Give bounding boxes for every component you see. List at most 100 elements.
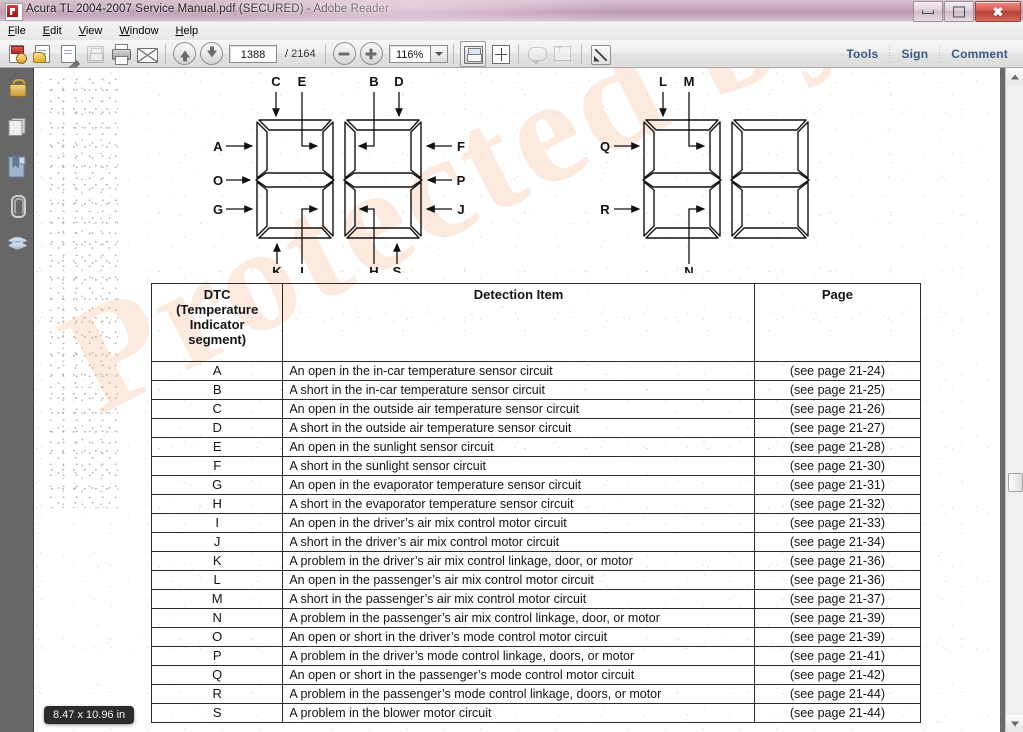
page-size-tooltip: 8.47 x 10.96 in <box>44 706 135 724</box>
restore-icon <box>953 6 965 17</box>
plus-icon <box>365 48 377 59</box>
diagram-label-B: B <box>369 74 378 89</box>
zoom-out-button[interactable] <box>332 42 356 65</box>
sidebar-item-page-thumbnails[interactable] <box>0 107 33 146</box>
header-detection-item: Detection Item <box>282 283 755 362</box>
adobe-reader-window: Acura TL 2004-2007 Service Manual.pdf (S… <box>0 0 1023 732</box>
zoom-in-button[interactable] <box>359 42 383 65</box>
layers-icon <box>7 236 28 251</box>
fit-page-icon[interactable] <box>488 42 512 66</box>
table-header-row: DTC (Temperature Indicator segment) Dete… <box>150 283 922 362</box>
minimize-button[interactable] <box>913 1 943 22</box>
diagram-label-C: C <box>271 74 281 89</box>
table-row: NA problem in the passenger’s air mix co… <box>150 608 922 628</box>
title-bar: Acura TL 2004-2007 Service Manual.pdf (S… <box>0 0 1023 22</box>
export-pdf-icon[interactable] <box>31 42 55 66</box>
cell-detection-item: A short in the sunlight sensor circuit <box>282 456 755 476</box>
table-row: L An open in the passenger’s air mix cont… <box>150 570 922 590</box>
scroll-down-button[interactable] <box>1006 715 1023 732</box>
cell-page: (see page 21-34) <box>753 532 922 552</box>
zoom-dropdown-button[interactable] <box>430 44 448 63</box>
restore-button[interactable] <box>944 1 974 22</box>
next-page-button[interactable] <box>200 42 223 65</box>
cell-detection-item: An open in the evaporator temperature se… <box>282 475 755 495</box>
minus-icon <box>338 52 350 55</box>
cell-dtc: M <box>150 589 284 609</box>
cell-page: (see page 21-32) <box>753 494 922 514</box>
diagram-label-R: R <box>600 202 610 217</box>
cell-detection-item: A problem in the passenger’s mode contro… <box>282 684 755 704</box>
page-number-input[interactable]: 1388 <box>229 44 277 63</box>
toolbar-separator-4 <box>517 43 519 64</box>
cell-page: (see page 21-41) <box>753 646 922 666</box>
print-icon[interactable] <box>109 42 133 66</box>
toolbar-separator <box>165 43 166 64</box>
tools-button[interactable]: Tools <box>835 47 889 61</box>
adobe-reader-icon <box>5 3 23 21</box>
cell-detection-item: An open in the sunlight sensor circuit <box>282 437 755 457</box>
menu-view[interactable]: View <box>71 24 111 38</box>
header-dtc-line4: segment) <box>188 332 247 347</box>
create-pdf-icon[interactable] <box>5 42 29 66</box>
sign-button[interactable]: Sign <box>890 47 939 61</box>
cell-detection-item: An open or short in the driver’s mode co… <box>282 627 755 647</box>
document-view[interactable]: Protected by A C E B D A O G F P J K I H… <box>34 68 989 732</box>
cell-dtc: E <box>150 437 284 457</box>
zoom-level-input[interactable]: 116% <box>388 44 431 63</box>
table-row: I An open in the driver’s air mix control… <box>150 513 922 533</box>
scrollbar-thumb[interactable] <box>1008 473 1023 492</box>
sidebar-item-security[interactable] <box>0 68 33 107</box>
cell-page: (see page 21-39) <box>753 627 922 647</box>
cell-dtc: L <box>150 570 284 590</box>
menu-help[interactable]: Help <box>168 24 207 38</box>
toolbar-separator-5 <box>580 43 582 64</box>
cell-page: (see page 21-44) <box>753 703 922 723</box>
sidebar-item-attachments[interactable] <box>0 185 33 224</box>
diagram-label-L: L <box>659 74 667 89</box>
cell-detection-item: A short in the in-car temperature sensor… <box>282 380 755 400</box>
table-row: SA problem in the blower motor circuit (s… <box>150 703 922 723</box>
scroll-up-button[interactable] <box>1006 68 1023 85</box>
cell-dtc: G <box>150 475 284 495</box>
arrow-down-icon <box>206 46 217 57</box>
sidebar-item-layers[interactable] <box>0 224 33 263</box>
diagram-label-S: S <box>393 264 402 273</box>
close-button[interactable]: ✖ <box>975 1 1021 22</box>
diagram-label-E: E <box>298 74 307 89</box>
diagram-label-P: P <box>457 173 466 188</box>
previous-page-button[interactable] <box>173 42 196 65</box>
cell-page: (see page 21-26) <box>753 399 922 419</box>
cell-dtc: J <box>150 532 284 552</box>
menu-window[interactable]: Window <box>111 24 166 38</box>
email-icon[interactable] <box>135 42 159 66</box>
vertical-scrollbar[interactable] <box>1005 68 1023 732</box>
cell-dtc: F <box>150 456 284 476</box>
read-mode-icon[interactable] <box>588 42 612 66</box>
sidebar-item-bookmarks[interactable] <box>0 146 33 185</box>
cell-dtc: O <box>150 627 284 647</box>
table-head: DTC (Temperature Indicator segment) Dete… <box>150 283 922 362</box>
navigation-pane <box>0 68 34 732</box>
pages-icon <box>8 117 25 136</box>
cell-dtc: C <box>150 399 284 419</box>
comment-button[interactable]: Comment <box>940 47 1019 61</box>
table-row: DA short in the outside air temperature … <box>150 418 922 438</box>
dtc-table: DTC (Temperature Indicator segment) Dete… <box>150 283 922 723</box>
save-file-icon[interactable] <box>459 40 486 67</box>
cell-page: (see page 21-30) <box>753 456 922 476</box>
paperclip-icon <box>9 194 26 218</box>
cell-detection-item: An open or short in the passenger’s mode… <box>282 665 755 685</box>
cell-page: (see page 21-33) <box>753 513 922 533</box>
table-row: G An open in the evaporator temperature s… <box>150 475 922 495</box>
cell-detection-item: An open in the outside air temperature s… <box>282 399 755 419</box>
diagram-label-K: K <box>272 264 282 273</box>
page-total-label: / 2164 <box>285 47 316 60</box>
table-row: MA short in the passenger’s air mix cont… <box>150 589 922 609</box>
cell-page: (see page 21-27) <box>753 418 922 438</box>
header-dtc-line1: DTC <box>203 287 231 302</box>
close-icon: ✖ <box>992 4 1004 19</box>
table-row: A An open in the in-car temperature senso… <box>150 361 922 381</box>
menu-file[interactable]: FFileile <box>0 24 34 38</box>
edit-pdf-icon[interactable] <box>57 42 81 74</box>
menu-edit[interactable]: Edit <box>35 24 70 38</box>
